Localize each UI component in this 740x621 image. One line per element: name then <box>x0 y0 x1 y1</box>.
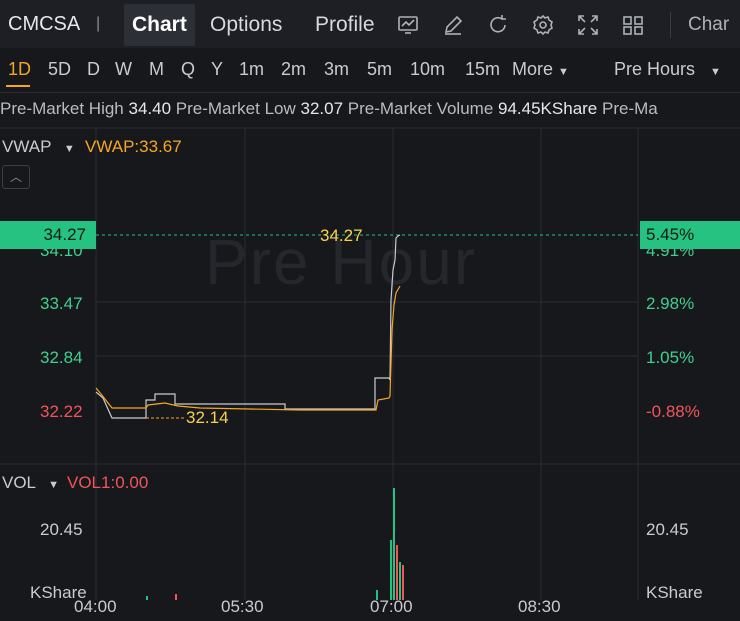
indicator-vol-value: VOL1:0.00 <box>67 473 149 492</box>
indicator-vwap-value: VWAP:33.67 <box>85 137 182 156</box>
price-axis-label: 32.84 <box>40 348 83 367</box>
chevron-up-icon: ︿ <box>9 170 22 184</box>
time-axis-label: 08:30 <box>518 597 561 616</box>
indicator-vol-name[interactable]: VOL ▼ <box>2 473 59 493</box>
volume-bars <box>146 488 404 600</box>
chevron-down-icon: ▼ <box>63 143 75 155</box>
time-axis-label: 05:30 <box>221 597 264 616</box>
collapse-indicator-button[interactable]: ︿ <box>2 165 30 189</box>
price-series-line <box>95 234 401 419</box>
volume-axis-label: 20.45 <box>40 520 83 539</box>
high-price-marker: 34.27 <box>320 226 363 245</box>
low-price-marker: 32.14 <box>186 408 229 427</box>
vwap-series-line <box>95 285 401 411</box>
volume-unit-label-right: KShare <box>646 583 703 602</box>
pct-axis-label: 2.98% <box>646 294 695 313</box>
pct-axis-label: -0.88% <box>646 402 700 421</box>
price-axis-label: 33.47 <box>40 294 83 313</box>
volume-axis-label-right: 20.45 <box>646 520 689 539</box>
chart-grid <box>0 127 740 600</box>
pct-axis-label: 1.05% <box>646 348 695 367</box>
price-chart[interactable] <box>0 0 740 621</box>
current-pct-tag: 5.45% <box>640 221 740 249</box>
indicator-vwap-name[interactable]: VWAP ▼ <box>2 137 75 157</box>
chevron-down-icon: ▼ <box>48 479 60 491</box>
price-axis-label: 32.22 <box>40 402 83 421</box>
time-axis-label: 07:00 <box>370 597 413 616</box>
volume-bar <box>396 545 398 600</box>
volume-bar <box>175 594 177 600</box>
volume-bar <box>390 540 392 600</box>
volume-bar <box>393 488 395 600</box>
volume-bar <box>399 562 401 600</box>
current-price-tag: 34.27 <box>0 221 96 249</box>
volume-bar <box>146 596 148 600</box>
volume-bar <box>402 565 404 600</box>
time-axis-label: 04:00 <box>74 597 117 616</box>
